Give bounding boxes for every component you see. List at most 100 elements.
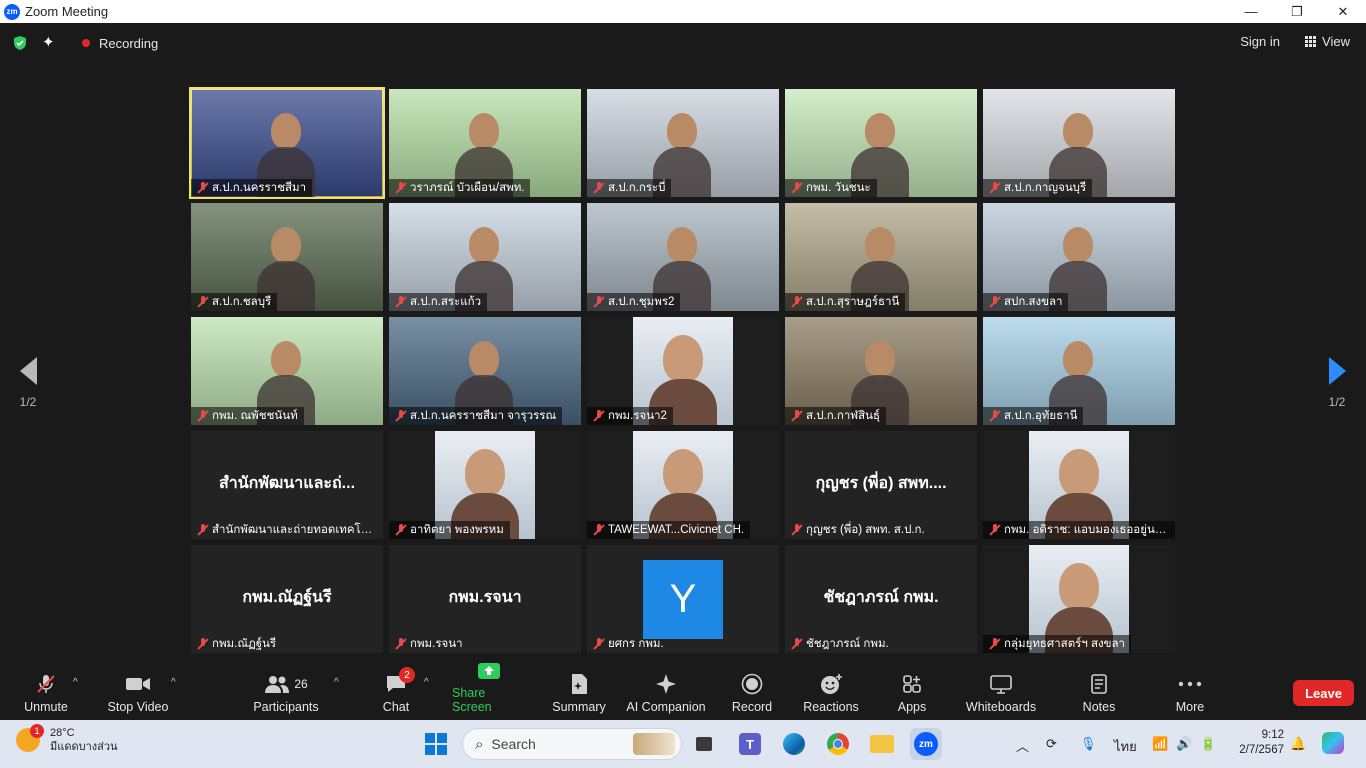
notification-bell-icon[interactable]: 🔔 <box>1290 736 1306 752</box>
participant-name-bar: ส.ป.ก.กาฬสินธุ์ <box>785 407 887 425</box>
participants-button[interactable]: 26 Participants <box>252 663 320 720</box>
zoom-taskbar-icon[interactable]: zm <box>910 728 942 760</box>
participants-caret-icon[interactable]: ^ <box>334 677 339 688</box>
input-language[interactable]: ไทย <box>1114 736 1137 757</box>
apps-button[interactable]: Apps <box>890 663 934 720</box>
participant-tile[interactable]: ชัชฎาภรณ์ กพม. ชัชฎาภรณ์ กพม. <box>785 545 977 653</box>
video-options-caret-icon[interactable]: ^ <box>171 677 176 688</box>
participant-tile[interactable]: ส.ป.ก.กาฬสินธุ์ <box>785 317 977 425</box>
view-label: View <box>1322 34 1350 49</box>
search-highlight-icon <box>633 733 675 755</box>
participant-name: วราภรณ์ บัวเผือน/สพท. <box>410 182 525 194</box>
participant-tile[interactable]: ส.ป.ก.สุราษฎร์ธานี <box>785 203 977 311</box>
leave-button[interactable]: Leave <box>1293 680 1354 706</box>
participant-tile[interactable]: กพม. ณพัชชนันท์ <box>191 317 383 425</box>
speaker-icon[interactable]: 🔊 <box>1176 736 1192 752</box>
stop-video-button[interactable]: Stop Video <box>104 663 172 720</box>
participant-name-bar: ส.ป.ก.นครราชสีมา จารุวรรณ <box>389 407 563 425</box>
taskbar-search-box[interactable]: ⌕ Search <box>462 728 682 760</box>
participant-tile[interactable]: ส.ป.ก.สระแก้ว <box>389 203 581 311</box>
participant-name-bar: TAWEEWAT...Civicnet CH. <box>587 521 751 539</box>
minimize-button[interactable]: — <box>1228 0 1274 23</box>
participant-tile[interactable]: สปก.สงขลา <box>983 203 1175 311</box>
close-button[interactable]: ✕ <box>1320 0 1366 23</box>
participant-name-bar: กพม. วันชนะ <box>785 179 877 197</box>
participant-name-bar: อาทิตยา พองพรหม <box>389 521 510 539</box>
chat-caret-icon[interactable]: ^ <box>424 677 429 688</box>
participant-tile[interactable]: กพม. อดิราช: แอบมองเธออยู่นะจ๊ะ <box>983 431 1175 539</box>
participant-tile[interactable]: ส.ป.ก.นครราชสีมา <box>189 87 385 199</box>
participant-name: กลุ่มยุทธศาสตร์ฯ สงขลา <box>1004 638 1126 650</box>
unmute-button[interactable]: Unmute <box>18 663 74 720</box>
muted-mic-icon <box>395 524 407 536</box>
whiteboards-button[interactable]: Whiteboards <box>962 663 1040 720</box>
ai-companion-button[interactable]: AI Companion <box>624 663 708 720</box>
participant-tile[interactable]: อาทิตยา พองพรหม <box>389 431 581 539</box>
participant-tile[interactable]: ส.ป.ก.กาญจนบุรี <box>983 89 1175 197</box>
maximize-button[interactable]: ❐ <box>1274 0 1320 23</box>
participant-tile[interactable]: ส.ป.ก.ชลบุรี <box>191 203 383 311</box>
participant-tile[interactable]: กพม.รจนา2 <box>587 317 779 425</box>
copilot-icon[interactable] <box>1322 732 1344 754</box>
video-gallery: 1/2 1/2 ส.ป.ก.นครราชสีมา วราภรณ์ บัวเผือน… <box>0 63 1366 663</box>
muted-mic-icon <box>593 296 605 308</box>
tray-chevron-up-icon[interactable]: ︿ <box>1016 736 1029 755</box>
participant-tile[interactable]: TAWEEWAT...Civicnet CH. <box>587 431 779 539</box>
participant-tile[interactable]: ส.ป.ก.ชุมพร2 <box>587 203 779 311</box>
participant-name-bar: ส.ป.ก.นครราชสีมา <box>191 179 313 197</box>
summary-label: Summary <box>552 700 606 714</box>
wifi-icon[interactable]: 📶 <box>1152 736 1168 752</box>
shield-icon[interactable] <box>12 35 28 51</box>
participant-tile[interactable]: กพม.ณัฏฐ์นรี กพม.ณัฏฐ์นรี <box>191 545 383 653</box>
participant-tile[interactable]: วราภรณ์ บัวเผือน/สพท. <box>389 89 581 197</box>
clock-date: 2/7/2567 <box>1239 744 1284 756</box>
participant-tile[interactable]: ส.ป.ก.อุทัยธานี <box>983 317 1175 425</box>
audio-options-caret-icon[interactable]: ^ <box>73 677 78 688</box>
participant-tile[interactable]: กพม. วันชนะ <box>785 89 977 197</box>
muted-mic-icon <box>395 182 407 194</box>
taskbar-clock[interactable]: 9:12 2/7/2567 <box>1232 728 1284 758</box>
participant-name: ส.ป.ก.กาญจนบุรี <box>1004 182 1087 194</box>
participant-tile[interactable]: กพม.รจนา กพม.รจนา <box>389 545 581 653</box>
share-screen-button[interactable]: Share Screen <box>452 663 526 720</box>
sync-icon[interactable]: ⟳ <box>1046 736 1057 752</box>
edge-icon[interactable] <box>778 728 810 760</box>
muted-mic-icon <box>395 638 407 650</box>
page-indicator-left: 1/2 <box>19 395 37 409</box>
sparkle-icon[interactable]: ✦ <box>42 33 55 51</box>
more-button[interactable]: More <box>1168 663 1212 720</box>
record-button[interactable]: Record <box>726 663 778 720</box>
participant-name-bar: กุญชร (พี่อ) สพท. ส.ป.ก. <box>785 521 931 539</box>
zoom-logo-icon: zm <box>4 3 20 20</box>
chat-button[interactable]: 2 Chat <box>372 663 420 720</box>
weather-badge: 1 <box>30 724 44 738</box>
sign-in-button[interactable]: Sign in <box>1240 34 1280 49</box>
file-explorer-icon[interactable] <box>866 728 898 760</box>
chrome-icon[interactable] <box>822 728 854 760</box>
summary-icon <box>566 673 592 695</box>
teams-icon[interactable]: T <box>734 728 766 760</box>
previous-page-button[interactable]: 1/2 <box>13 357 43 409</box>
weather-widget[interactable]: 1 28°C มีแดดบางส่วน <box>16 724 118 754</box>
view-button[interactable]: View <box>1305 34 1350 49</box>
apps-icon <box>899 673 925 695</box>
next-page-button[interactable]: 1/2 <box>1322 357 1352 409</box>
summary-button[interactable]: Summary <box>548 663 610 720</box>
participant-tile[interactable]: กุญชร (พี่อ) สพท.... กุญชร (พี่อ) สพท. ส.… <box>785 431 977 539</box>
participant-tile[interactable]: Y ยศกร กพม. <box>587 545 779 653</box>
participant-tile[interactable]: สำนักพัฒนาและถ่... สำนักพัฒนาและถ่ายทอดเท… <box>191 431 383 539</box>
task-view-icon[interactable] <box>688 728 720 760</box>
recording-indicator[interactable]: Recording <box>74 29 166 57</box>
microphone-tray-icon[interactable]: 🎙 <box>1080 736 1097 752</box>
reactions-button[interactable]: Reactions <box>800 663 862 720</box>
participant-tile[interactable]: กลุ่มยุทธศาสตร์ฯ สงขลา <box>983 545 1175 653</box>
battery-icon[interactable]: 🔋 <box>1200 736 1216 752</box>
participants-icon: 26 <box>261 673 311 695</box>
notes-button[interactable]: Notes <box>1076 663 1122 720</box>
muted-mic-icon <box>33 673 59 695</box>
muted-mic-icon <box>197 182 209 194</box>
participant-tile[interactable]: ส.ป.ก.กระบี่ <box>587 89 779 197</box>
windows-start-icon[interactable] <box>425 733 447 755</box>
more-dots-icon <box>1177 673 1203 695</box>
participant-tile[interactable]: ส.ป.ก.นครราชสีมา จารุวรรณ <box>389 317 581 425</box>
